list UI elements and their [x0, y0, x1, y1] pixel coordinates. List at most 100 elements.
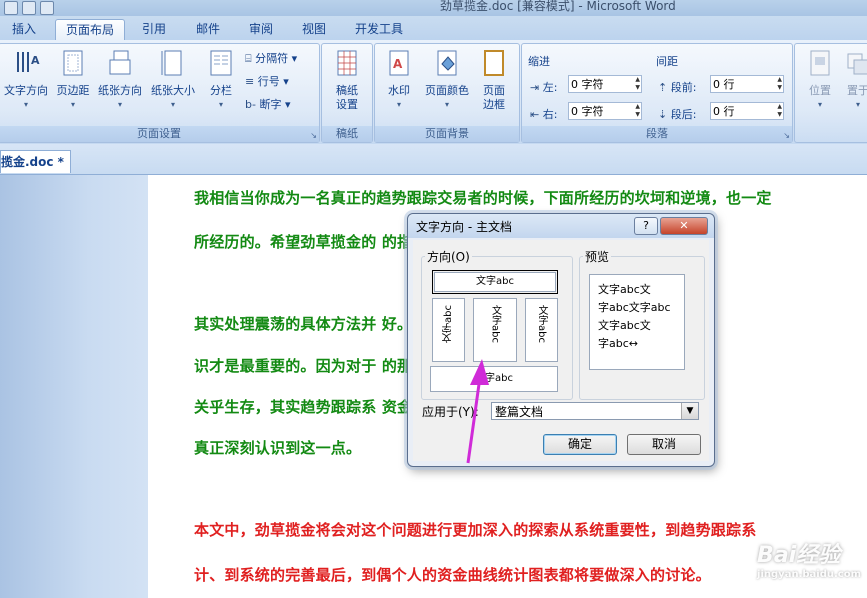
columns-button[interactable]: 分栏 ▾ [203, 48, 239, 112]
size-button[interactable]: 纸张大小 ▾ [147, 48, 199, 112]
spin-arrows-icon[interactable]: ▲ ▼ [777, 76, 782, 92]
tab-view[interactable]: 视图 [292, 19, 336, 40]
dialog-launcher-icon[interactable]: ↘ [310, 131, 317, 140]
undo-icon[interactable] [22, 1, 36, 15]
group-page-background: A 水印 ▾ 页面颜色 ▾ 页面 边框 页面背景 [374, 43, 520, 143]
redo-icon[interactable] [40, 1, 54, 15]
tab-review[interactable]: 审阅 [239, 19, 283, 40]
tab-insert[interactable]: 插入 [2, 19, 46, 40]
text-line: 我相信当你成为一名真正的趋势跟踪交易者的时候，下面所经历的坎坷和逆境，也一定 [194, 189, 772, 207]
hyphenation-icon: b- [245, 98, 256, 111]
indent-left-spinner[interactable]: 0 字符 ▲ ▼ [568, 75, 642, 93]
indent-left-label: ⇥ 左: [530, 81, 558, 94]
group-label: 稿纸 [322, 126, 372, 142]
text-direction-button[interactable]: A 文字方向 ▾ [1, 48, 51, 112]
apply-to-label: 应用于(Y): [422, 405, 479, 419]
ribbon-tabs: 插入 页面布局 引用 邮件 审阅 视图 开发工具 [0, 16, 867, 41]
spacing-before-icon: ⇡ [658, 81, 668, 94]
group-draft: 稿纸 设置 稿纸 [321, 43, 373, 143]
chevron-down-icon: ▾ [117, 100, 122, 109]
window-title: 劲草揽金.doc [兼容模式] - Microsoft Word [440, 0, 676, 13]
group-label: 页面背景 [375, 126, 519, 142]
orientation-option-vertical-up[interactable]: 文字abc [432, 298, 465, 362]
chevron-down-icon: ▾ [855, 100, 860, 109]
tab-references[interactable]: 引用 [132, 19, 176, 40]
page-borders-button[interactable]: 页面 边框 [475, 48, 513, 112]
close-button[interactable]: ✕ [660, 217, 708, 235]
draft-paper-icon [337, 50, 357, 76]
text-line: 本文中，劲草揽金将会对这个问题进行更加深入的探索从系统重要性，到趋势跟踪系 [194, 521, 757, 539]
spacing-before-label: ⇡ 段前: [658, 81, 697, 94]
title-bar: 劲草揽金.doc [兼容模式] - Microsoft Word [0, 0, 867, 16]
spacing-after-icon: ⇣ [658, 108, 668, 121]
dialog-title-bar[interactable]: 文字方向 - 主文档 ? ✕ [408, 214, 714, 238]
position-icon [810, 50, 830, 76]
line-numbers-button[interactable]: ≡ 行号 ▾ [245, 73, 289, 89]
chevron-down-icon: ▾ [170, 100, 175, 109]
document-tab[interactable]: 揽金.doc * [0, 150, 71, 173]
group-arrange: 位置 ▾ 置于 ▾ [794, 43, 867, 143]
line-numbers-icon: ≡ [245, 75, 255, 88]
tab-mailings[interactable]: 邮件 [186, 19, 230, 40]
group-label: 页面设置 [0, 126, 319, 142]
watermark-logo: Bai经验 jingyan.baidu.com [757, 543, 861, 580]
spin-arrows-icon[interactable]: ▲ ▼ [777, 103, 782, 119]
ok-button[interactable]: 确定 [543, 434, 617, 455]
text-line: 计、到系统的完善最后，到偶个人的资金曲线统计图表都将要做深入的讨论。 [194, 566, 711, 584]
orientation-icon [109, 50, 131, 75]
group-label: 段落 [522, 126, 792, 142]
chevron-down-icon: ▾ [817, 100, 822, 109]
draft-setup-button[interactable]: 稿纸 设置 [328, 48, 366, 112]
text-line: 所经历的。希望劲草揽金的 的指引。 [194, 233, 443, 251]
indent-right-label: ⇤ 右: [530, 108, 558, 121]
orientation-option-vertical-down[interactable]: 文字abc [525, 298, 558, 362]
group-page-setup: A 文字方向 ▾ 页边距 ▾ 纸张方向 ▾ 纸张大小 ▾ 分栏 ▾ ⌸ 分隔符 … [0, 43, 320, 143]
svg-text:A: A [393, 57, 403, 71]
margins-button[interactable]: 页边距 ▾ [53, 48, 93, 112]
page-borders-icon [484, 50, 504, 76]
save-icon[interactable] [4, 1, 18, 15]
spacing-before-spinner[interactable]: 0 行 ▲ ▼ [710, 75, 784, 93]
hyphenation-button[interactable]: b- 断字 ▾ [245, 96, 290, 112]
bring-to-front-button[interactable]: 置于 ▾ [841, 48, 867, 112]
paper-size-icon [161, 50, 182, 76]
help-button[interactable]: ? [634, 217, 658, 235]
orientation-label: 方向(O) [425, 248, 472, 265]
left-margin-pane [0, 175, 148, 598]
group-paragraph: 缩进 ⇥ 左: 0 字符 ▲ ▼ ⇤ 右: 0 字符 ▲ ▼ 间距 ⇡ 段前: 0 行 ▲… [521, 43, 793, 143]
dialog-body: 方向(O) 文字abc 文字abc 文字abc 文字abc 文字abc 预览 文… [413, 240, 709, 461]
text-direction-icon: A [17, 52, 40, 72]
spacing-label: 间距 [656, 55, 678, 68]
orientation-option-horizontal-alt[interactable]: 文字abc [430, 366, 558, 392]
svg-text:A: A [31, 54, 40, 67]
text-line: 真正深刻认识到这一点。 [194, 439, 362, 457]
orientation-button[interactable]: 纸张方向 ▾ [95, 48, 145, 112]
spacing-after-spinner[interactable]: 0 行 ▲ ▼ [710, 102, 784, 120]
breaks-button[interactable]: ⌸ 分隔符 ▾ [245, 50, 297, 66]
text-direction-dialog: 文字方向 - 主文档 ? ✕ 方向(O) 文字abc 文字abc 文字abc 文… [407, 213, 715, 467]
page-color-button[interactable]: 页面颜色 ▾ [421, 48, 473, 112]
watermark-button[interactable]: A 水印 ▾ [379, 48, 419, 112]
chevron-down-icon: ▾ [23, 100, 28, 109]
preview-box: 文字abc文 字abc文字abc 文字abc文 字abc↔ [589, 274, 685, 370]
orientation-option-vertical-stacked[interactable]: 文字abc [473, 298, 517, 362]
tab-page-layout[interactable]: 页面布局 [55, 19, 126, 41]
columns-icon [210, 50, 232, 76]
tab-developer[interactable]: 开发工具 [345, 19, 413, 40]
preview-label: 预览 [583, 248, 612, 265]
apply-to-select[interactable]: 整篇文档 ▼ [491, 402, 699, 420]
spin-arrows-icon[interactable]: ▲ ▼ [635, 103, 640, 119]
spin-arrows-icon[interactable]: ▲ ▼ [635, 76, 640, 92]
paint-bucket-icon [437, 50, 457, 76]
spacing-after-label: ⇣ 段后: [658, 108, 697, 121]
cancel-button[interactable]: 取消 [627, 434, 701, 455]
position-button[interactable]: 位置 ▾ [803, 48, 837, 112]
chevron-down-icon: ▾ [218, 100, 223, 109]
orientation-option-horizontal[interactable]: 文字abc [432, 270, 558, 294]
indent-right-spinner[interactable]: 0 字符 ▲ ▼ [568, 102, 642, 120]
indent-label: 缩进 [528, 55, 550, 68]
chevron-down-icon[interactable]: ▼ [681, 403, 698, 419]
dialog-launcher-icon[interactable]: ↘ [783, 131, 790, 140]
indent-right-icon: ⇤ [530, 108, 540, 121]
bring-front-icon [847, 53, 867, 75]
